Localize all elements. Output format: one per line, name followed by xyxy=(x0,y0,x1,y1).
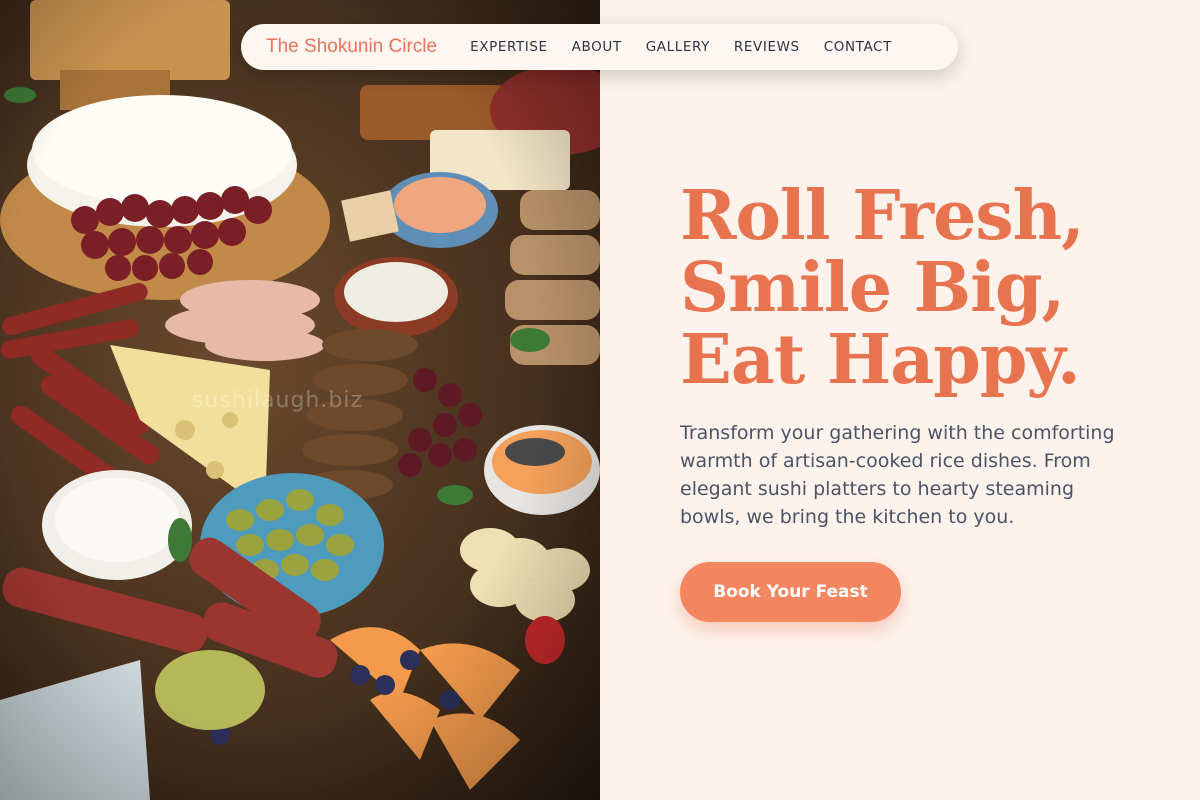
headline-line-2: Smile Big, xyxy=(680,248,1065,328)
brand-logo-link[interactable]: The Shokunin Circle xyxy=(266,36,437,58)
nav-link-reviews[interactable]: REVIEWS xyxy=(734,39,800,55)
book-your-feast-button[interactable]: Book Your Feast xyxy=(680,562,901,622)
headline-line-3: Eat Happy. xyxy=(680,320,1081,400)
nav-link-contact[interactable]: CONTACT xyxy=(824,39,892,55)
nav-link-gallery[interactable]: GALLERY xyxy=(646,39,710,55)
hero-description: Transform your gathering with the comfor… xyxy=(680,422,1115,528)
nav-link-expertise[interactable]: EXPERTISE xyxy=(470,39,548,55)
nav-link-about[interactable]: ABOUT xyxy=(572,39,622,55)
image-watermark: sushilaugh.biz xyxy=(192,388,363,413)
headline-line-1: Roll Fresh, xyxy=(680,176,1085,256)
hero-headline: Roll Fresh, Smile Big, Eat Happy. xyxy=(680,180,1180,396)
hero-food-image: sushilaugh.biz xyxy=(0,0,600,800)
top-navigation: The Shokunin Circle EXPERTISE ABOUT GALL… xyxy=(241,24,958,70)
nav-links: EXPERTISE ABOUT GALLERY REVIEWS CONTACT xyxy=(470,39,892,55)
